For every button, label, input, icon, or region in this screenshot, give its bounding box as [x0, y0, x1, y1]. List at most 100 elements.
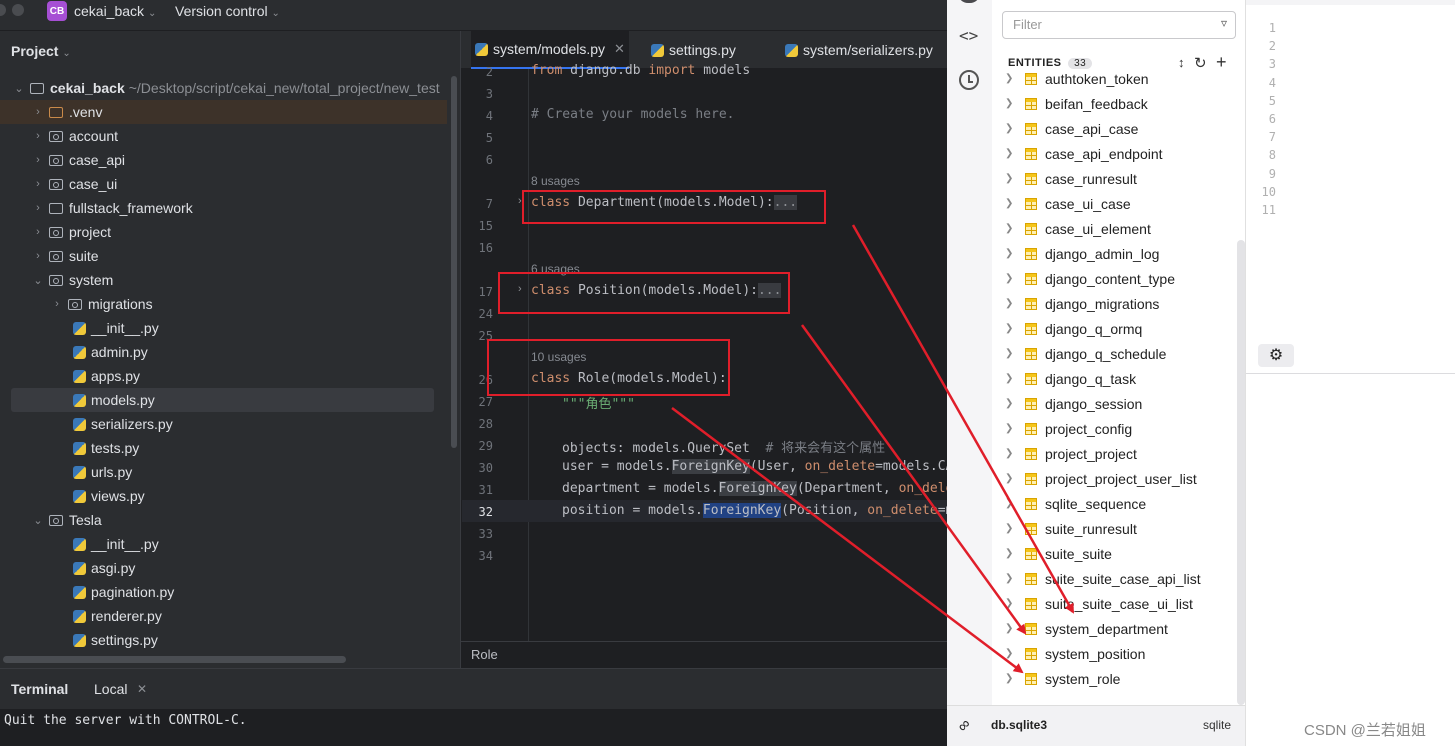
tree-item[interactable]: asgi.py [0, 556, 447, 580]
horizontal-scrollbar[interactable] [3, 656, 346, 663]
tree-item[interactable]: › migrations [0, 292, 447, 316]
tree-item[interactable]: renderer.py [0, 604, 447, 628]
entity-item[interactable]: ❯ case_runresult [1005, 166, 1137, 191]
entity-item[interactable]: ❯ django_q_schedule [1005, 341, 1166, 366]
tree-item[interactable]: apps.py [0, 364, 447, 388]
entity-item[interactable]: ❯ suite_runresult [1005, 516, 1137, 541]
tree-item[interactable]: views.py [0, 484, 447, 508]
entity-item[interactable]: ❯ django_q_ormq [1005, 316, 1142, 341]
tree-item[interactable]: › suite [0, 244, 447, 268]
window-control[interactable] [0, 4, 6, 16]
line-number: 34 [478, 549, 493, 563]
tree-item[interactable]: › case_ui [0, 172, 447, 196]
pane-divider [1246, 373, 1455, 374]
python-file-icon [73, 369, 86, 383]
code-icon[interactable]: <> [959, 26, 978, 45]
tree-item[interactable]: __init__.py [0, 316, 447, 340]
tree-item[interactable]: urls.py [0, 460, 447, 484]
code-token: django.db [562, 63, 649, 78]
entity-item[interactable]: ❯ system_department [1005, 616, 1168, 641]
tree-item[interactable]: › account [0, 124, 447, 148]
entity-label: system_department [1045, 620, 1168, 637]
entity-item[interactable]: ❯ django_content_type [1005, 266, 1175, 291]
tree-item[interactable]: ⌄ Tesla [0, 508, 447, 532]
tree-item[interactable]: __init__.py [0, 532, 447, 556]
window-control[interactable] [12, 4, 24, 16]
code-line: department = models.ForeignKey(Departmen… [562, 481, 953, 496]
entity-scrollbar[interactable] [1237, 240, 1245, 705]
line-number: 3 [485, 87, 493, 101]
entity-item[interactable]: ❯ suite_suite_case_ui_list [1005, 591, 1193, 616]
tree-item[interactable]: ⌄ system [0, 268, 447, 292]
vcs-selector[interactable]: Version control ⌄ [175, 3, 280, 19]
tab-serializers-py[interactable]: system/serializers.py [785, 31, 933, 69]
code-token: on_delete [867, 503, 938, 518]
entity-item[interactable]: ❯ authtoken_token [1005, 68, 1149, 91]
entity-item[interactable]: ❯ case_ui_case [1005, 191, 1131, 216]
project-selector[interactable]: cekai_back ⌄ [74, 3, 156, 19]
entity-item[interactable]: ❯ suite_suite [1005, 541, 1112, 566]
tree-item[interactable]: serializers.py [0, 412, 447, 436]
entity-item[interactable]: ❯ beifan_feedback [1005, 91, 1148, 116]
terminal-panel: Terminal Local ✕ Quit the server with CO… [0, 668, 947, 746]
tab-label: system/serializers.py [803, 42, 933, 58]
breadcrumb[interactable]: Role [471, 647, 498, 662]
table-icon [1025, 297, 1037, 310]
entity-item[interactable]: ❯ case_api_endpoint [1005, 141, 1163, 166]
code-line: from django.db import models [531, 63, 750, 78]
package-icon [49, 514, 63, 526]
entity-item[interactable]: ❯ django_admin_log [1005, 241, 1159, 266]
tree-item-label: settings.py [91, 632, 158, 648]
entity-item[interactable]: ❯ django_migrations [1005, 291, 1159, 316]
python-file-icon [785, 43, 798, 57]
tab-local[interactable]: Local [94, 681, 127, 697]
tree-item[interactable]: › .venv [0, 100, 447, 124]
database-icon[interactable] [958, 0, 980, 3]
entity-item[interactable]: ❯ case_api_case [1005, 116, 1138, 141]
tree-item[interactable]: tests.py [0, 436, 447, 460]
entity-item[interactable]: ❯ project_project_user_list [1005, 466, 1197, 491]
vertical-scrollbar[interactable] [451, 76, 457, 448]
usages-hint[interactable]: 8 usages [531, 174, 580, 188]
chevron-right-icon: › [36, 202, 40, 214]
query-pane[interactable]: 1 2 3 4 5 6 7 8 9 10 11 ⚙ CSDN @兰若姐姐 [1245, 0, 1455, 746]
gear-icon[interactable]: ⚙ [1258, 344, 1294, 367]
tree-item-selected[interactable]: models.py [11, 388, 434, 412]
tree-item[interactable]: pagination.py [0, 580, 447, 604]
filter-icon[interactable]: ▿ [1221, 16, 1227, 30]
tree-item[interactable]: admin.py [0, 340, 447, 364]
tree-root[interactable]: ⌄ cekai_back ~/Desktop/script/cekai_new/t… [0, 76, 447, 100]
entity-item[interactable]: ❯ sqlite_sequence [1005, 491, 1146, 516]
entity-item[interactable]: ❯ system_position [1005, 641, 1145, 666]
entity-item[interactable]: ❯ django_q_task [1005, 366, 1136, 391]
entity-item[interactable]: ❯ system_role [1005, 666, 1120, 691]
table-icon [1025, 222, 1037, 235]
entity-item[interactable]: ❯ django_session [1005, 391, 1142, 416]
tree-item[interactable]: › case_api [0, 148, 447, 172]
entity-item[interactable]: ❯ suite_suite_case_api_list [1005, 566, 1201, 591]
entity-item[interactable]: ❯ project_project [1005, 441, 1137, 466]
filter-input[interactable]: Filter ▿ [1002, 11, 1236, 39]
chevron-right-icon: › [36, 178, 40, 190]
chevron-down-icon: ⌄ [62, 48, 71, 59]
chevron-right-icon: ❯ [1005, 198, 1014, 209]
line-number: 5 [1268, 94, 1276, 108]
python-file-icon [73, 537, 86, 551]
tree-item[interactable]: › project [0, 220, 447, 244]
line-number: 6 [485, 153, 493, 167]
tree-item[interactable]: › fullstack_framework [0, 196, 447, 220]
project-panel-title[interactable]: Project ⌄ [11, 43, 71, 59]
chevron-right-icon: ❯ [1005, 498, 1014, 509]
close-icon[interactable]: ✕ [137, 682, 147, 696]
db-name[interactable]: db.sqlite3 [991, 718, 1047, 732]
entity-item[interactable]: ❯ project_config [1005, 416, 1132, 441]
chevron-right-icon: ❯ [1005, 548, 1014, 559]
tree-item-label: apps.py [91, 368, 141, 384]
terminal-output[interactable]: Quit the server with CONTROL-C. [4, 713, 247, 728]
tree-item[interactable]: settings.py [0, 628, 447, 652]
entity-item[interactable]: ❯ case_ui_element [1005, 216, 1151, 241]
close-icon[interactable]: ✕ [614, 41, 625, 57]
link-icon: ∞ [954, 715, 975, 736]
chevron-right-icon: ❯ [1005, 623, 1014, 634]
chevron-right-icon: ❯ [1005, 148, 1014, 159]
